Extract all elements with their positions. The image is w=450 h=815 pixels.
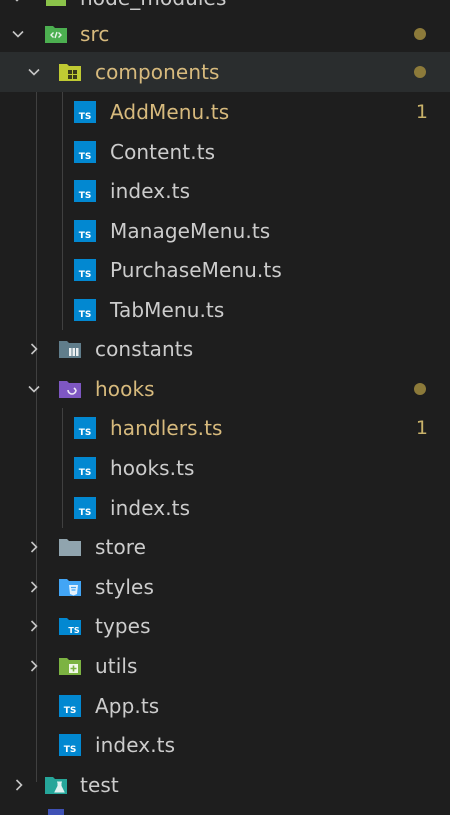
tree-item-tabmenu[interactable]: TS TabMenu.ts xyxy=(0,290,450,330)
partial-next-item-icon xyxy=(48,809,64,815)
typescript-file-icon: TS xyxy=(73,496,97,520)
styles-folder-icon xyxy=(58,575,82,599)
chevron-down-icon xyxy=(25,63,43,81)
tree-item-label: styles xyxy=(95,575,154,599)
tree-item-label: hooks.ts xyxy=(110,456,195,480)
svg-text:TS: TS xyxy=(79,508,92,518)
tree-item-label: PurchaseMenu.ts xyxy=(110,258,282,282)
chevron-down-icon xyxy=(8,0,26,7)
tree-item-label: test xyxy=(80,773,119,797)
typescript-file-icon: TS xyxy=(73,298,97,322)
file-explorer-tree: node_modules src xyxy=(0,0,450,815)
src-folder-icon xyxy=(44,22,68,46)
node-folder-icon xyxy=(44,0,68,10)
tree-item-types[interactable]: TS types xyxy=(0,606,450,646)
types-folder-icon: TS xyxy=(58,614,82,638)
svg-text:TS: TS xyxy=(79,191,92,201)
tree-item-label: index.ts xyxy=(95,733,176,757)
svg-text:TS: TS xyxy=(79,112,92,122)
tree-item-label: constants xyxy=(95,337,194,361)
tree-item-managemenu[interactable]: TS ManageMenu.ts xyxy=(0,211,450,251)
tree-item-label: App.ts xyxy=(95,694,160,718)
tree-item-label: node_modules xyxy=(80,0,226,10)
tree-item-label: index.ts xyxy=(110,179,191,203)
tree-item-addmenu[interactable]: TS AddMenu.ts 1 xyxy=(0,92,450,132)
tree-item-index[interactable]: TS index.ts xyxy=(0,171,450,211)
chevron-right-icon xyxy=(10,776,28,794)
tree-item-label: src xyxy=(80,22,110,46)
svg-text:TS: TS xyxy=(79,310,92,320)
tree-item-label: components xyxy=(95,60,220,84)
chevron-right-icon xyxy=(25,617,43,635)
components-folder-icon xyxy=(58,60,82,84)
test-folder-icon xyxy=(44,773,68,797)
tree-item-label: store xyxy=(95,535,147,559)
svg-text:TS: TS xyxy=(79,152,92,162)
tree-item-label: handlers.ts xyxy=(110,416,223,440)
svg-text:TS: TS xyxy=(79,270,92,280)
tree-item-store[interactable]: store xyxy=(0,527,450,567)
tree-item-components[interactable]: components xyxy=(0,52,450,92)
tree-item-label: ManageMenu.ts xyxy=(110,219,271,243)
typescript-file-icon: TS xyxy=(73,258,97,282)
tree-item-hooks-ts[interactable]: TS hooks.ts xyxy=(0,448,450,488)
svg-text:TS: TS xyxy=(79,231,92,241)
chevron-right-icon xyxy=(25,340,43,358)
modified-dot-icon xyxy=(414,28,426,40)
tree-item-purchasemenu[interactable]: TS PurchaseMenu.ts xyxy=(0,250,450,290)
tree-item-constants[interactable]: constants xyxy=(0,329,450,369)
tree-item-src[interactable]: src xyxy=(0,14,450,54)
tree-item-label: index.ts xyxy=(110,496,191,520)
chevron-down-icon xyxy=(25,380,43,398)
modified-dot-icon xyxy=(414,383,426,395)
typescript-file-icon: TS xyxy=(73,456,97,480)
modified-dot-icon xyxy=(414,66,426,78)
svg-text:TS: TS xyxy=(64,706,77,716)
tree-item-label: types xyxy=(95,614,151,638)
typescript-file-icon: TS xyxy=(58,733,82,757)
chevron-right-icon xyxy=(25,538,43,556)
tree-item-label: AddMenu.ts xyxy=(110,100,230,124)
tree-item-hooks[interactable]: hooks xyxy=(0,369,450,409)
tree-item-handlers[interactable]: TS handlers.ts 1 xyxy=(0,408,450,448)
tree-item-styles[interactable]: styles xyxy=(0,567,450,607)
tree-item-hooks-index[interactable]: TS index.ts xyxy=(0,488,450,528)
tree-item-utils[interactable]: utils xyxy=(0,646,450,686)
tree-item-app[interactable]: TS App.ts xyxy=(0,686,450,726)
typescript-file-icon: TS xyxy=(73,416,97,440)
typescript-file-icon: TS xyxy=(73,219,97,243)
tree-item-test[interactable]: test xyxy=(0,765,450,805)
utils-folder-icon xyxy=(58,654,82,678)
problem-count-badge: 1 xyxy=(415,417,428,439)
svg-text:TS: TS xyxy=(79,428,92,438)
tree-item-label: Content.ts xyxy=(110,140,216,164)
svg-text:TS: TS xyxy=(79,468,92,478)
svg-text:TS: TS xyxy=(68,626,79,635)
tree-item-content[interactable]: TS Content.ts xyxy=(0,132,450,172)
chevron-down-icon xyxy=(9,25,27,43)
typescript-file-icon: TS xyxy=(73,179,97,203)
typescript-file-icon: TS xyxy=(73,100,97,124)
tree-item-src-index[interactable]: TS index.ts xyxy=(0,725,450,765)
svg-text:TS: TS xyxy=(64,745,77,755)
chevron-right-icon xyxy=(25,657,43,675)
typescript-file-icon: TS xyxy=(58,694,82,718)
tree-item-label: hooks xyxy=(95,377,155,401)
hooks-folder-icon xyxy=(58,377,82,401)
chevron-right-icon xyxy=(25,578,43,596)
tree-item-label: utils xyxy=(95,654,138,678)
store-folder-icon xyxy=(58,535,82,559)
tree-item-label: TabMenu.ts xyxy=(110,298,225,322)
constants-folder-icon xyxy=(58,337,82,361)
problem-count-badge: 1 xyxy=(415,101,428,123)
typescript-file-icon: TS xyxy=(73,140,97,164)
